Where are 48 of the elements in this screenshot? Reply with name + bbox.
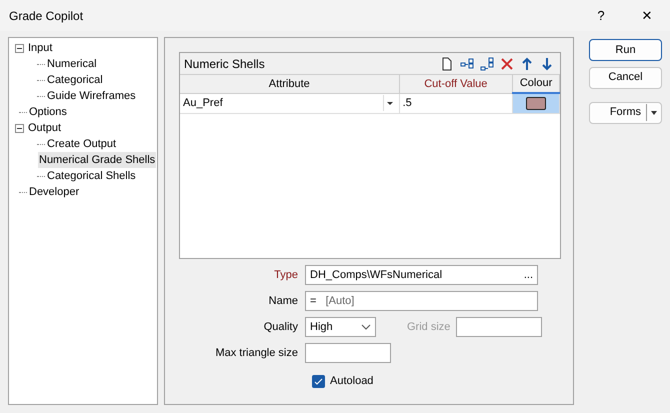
max-triangle-field[interactable] bbox=[305, 343, 391, 363]
tree-item[interactable]: Guide Wireframes bbox=[46, 88, 137, 104]
attribute-dropdown[interactable]: Au_Pref bbox=[180, 93, 400, 113]
tree-item[interactable]: Numerical bbox=[46, 56, 98, 72]
field-label: Quality bbox=[262, 320, 299, 335]
type-field[interactable]: DH_Comps\WFsNumerical ... bbox=[305, 265, 538, 285]
type-value: DH_Comps\WFsNumerical bbox=[310, 268, 444, 283]
tree-item[interactable]: Create Output bbox=[46, 136, 118, 152]
field-label: Type bbox=[273, 268, 299, 283]
column-header[interactable]: Colour bbox=[512, 75, 560, 93]
tree-item[interactable]: Output bbox=[27, 120, 62, 136]
cutoff-cell[interactable]: .5 bbox=[399, 93, 513, 113]
column-header[interactable]: Cut-off Value bbox=[399, 75, 513, 93]
cancel-button[interactable]: Cancel bbox=[589, 66, 662, 88]
autoload-checkbox[interactable] bbox=[312, 374, 325, 388]
name-value: = [Auto] bbox=[310, 294, 354, 309]
forms-button[interactable]: Forms bbox=[589, 102, 662, 124]
expander-icon[interactable] bbox=[15, 124, 24, 132]
tree-item[interactable]: Input bbox=[27, 40, 54, 56]
field-label: Name bbox=[268, 294, 299, 309]
move-down-icon[interactable] bbox=[540, 56, 554, 70]
grid-size-field[interactable] bbox=[456, 317, 542, 337]
browse-button[interactable]: ... bbox=[524, 266, 533, 284]
tree-item[interactable]: Numerical Grade Shells bbox=[38, 152, 156, 168]
tree-item[interactable]: Developer bbox=[28, 184, 80, 200]
grid-size-label: Grid size bbox=[407, 320, 450, 335]
dropdown-arrow-icon[interactable] bbox=[382, 94, 396, 112]
help-button[interactable]: ? bbox=[578, 0, 624, 31]
name-field[interactable]: = [Auto] bbox=[305, 291, 538, 311]
colour-cell[interactable] bbox=[512, 93, 560, 113]
expander-icon[interactable] bbox=[15, 44, 24, 52]
tree-item[interactable]: Options bbox=[28, 104, 68, 120]
delete-icon[interactable] bbox=[500, 56, 514, 70]
quality-dropdown[interactable]: High bbox=[305, 317, 376, 337]
colour-swatch[interactable] bbox=[526, 96, 546, 110]
move-up-icon[interactable] bbox=[520, 56, 534, 70]
insert-row-icon[interactable] bbox=[460, 56, 474, 70]
field-label: Max triangle size bbox=[214, 346, 299, 361]
new-page-icon[interactable] bbox=[440, 56, 454, 70]
column-header[interactable]: Attribute bbox=[180, 75, 400, 93]
grid-title: Numeric Shells bbox=[184, 56, 266, 72]
tree-item[interactable]: Categorical bbox=[46, 72, 104, 88]
autoload-label[interactable]: Autoload bbox=[330, 373, 374, 390]
run-button[interactable]: Run bbox=[589, 39, 662, 61]
window-title: Grade Copilot bbox=[9, 8, 84, 24]
close-button[interactable]: ✕ bbox=[624, 0, 670, 31]
append-row-icon[interactable] bbox=[480, 56, 494, 70]
tree-item[interactable]: Categorical Shells bbox=[46, 168, 137, 184]
